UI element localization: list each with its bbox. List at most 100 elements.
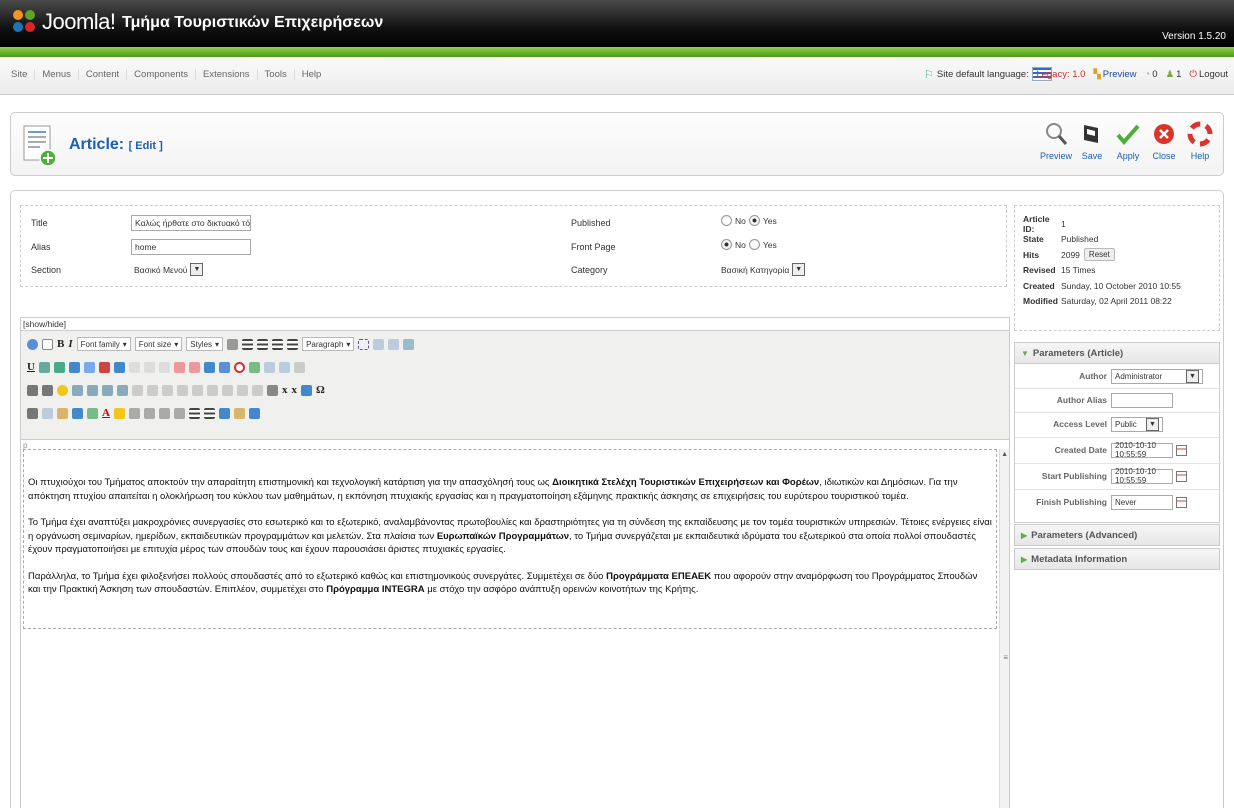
copy-text-icon[interactable]	[42, 407, 53, 419]
italic-button[interactable]: I	[68, 338, 72, 350]
frontpage-yes-radio[interactable]	[748, 239, 760, 250]
menu-menus[interactable]: Menus	[35, 69, 79, 80]
print-icon[interactable]	[87, 384, 98, 396]
align-justify-icon[interactable]	[287, 338, 299, 350]
paste-icon[interactable]	[388, 338, 400, 350]
help-icon[interactable]	[27, 338, 38, 350]
cell-props-icon[interactable]	[162, 384, 173, 396]
start-publishing-input[interactable]: 2010-10-10 10:55:59	[1111, 467, 1173, 485]
sub-icon[interactable]	[128, 361, 140, 373]
users-link[interactable]: ♟ 1	[1166, 69, 1182, 80]
style-icon[interactable]	[248, 407, 260, 419]
redo-icon[interactable]	[173, 407, 185, 419]
created-date-input[interactable]: 2010-10-10 10:55:59	[1111, 441, 1173, 459]
reset-hits-button[interactable]: Reset	[1083, 248, 1115, 262]
params-advanced-header[interactable]: ▶ Parameters (Advanced)	[1014, 524, 1220, 546]
numbered-list-icon[interactable]	[203, 407, 215, 419]
outdent-icon[interactable]	[143, 407, 155, 419]
copy-icon[interactable]	[373, 338, 385, 350]
published-yes-radio[interactable]	[748, 215, 760, 226]
menu-content[interactable]: Content	[79, 69, 128, 80]
template-icon[interactable]	[263, 361, 275, 373]
col-after-icon[interactable]	[237, 384, 248, 396]
undo-icon[interactable]	[158, 407, 170, 419]
frontpage-no-radio[interactable]	[721, 239, 732, 250]
save-button[interactable]: Save	[1077, 121, 1107, 161]
category-select[interactable]: Βασική Κατηγορία ▼	[721, 262, 806, 277]
anchor-icon[interactable]	[403, 338, 415, 350]
section-select[interactable]: Βασικό Μενού ▼	[134, 262, 204, 277]
spellcheck-icon[interactable]	[248, 361, 260, 373]
table-props-icon[interactable]	[132, 384, 143, 396]
col-before-icon[interactable]	[222, 384, 233, 396]
html-icon[interactable]	[113, 361, 125, 373]
indent-icon[interactable]	[128, 407, 140, 419]
show-hide-toggle[interactable]: [show/hide]	[21, 318, 1009, 330]
editor-body[interactable]: Οι πτυχιούχοι του Τμήματος αποκτούν την …	[23, 449, 997, 629]
font-color-button[interactable]: A	[102, 407, 110, 419]
subscript-button[interactable]: x	[282, 384, 288, 396]
delete-col-icon[interactable]	[252, 384, 263, 396]
media-icon[interactable]	[203, 361, 215, 373]
table-icon[interactable]	[358, 338, 370, 350]
ltr-icon[interactable]	[27, 384, 38, 396]
calendar-icon[interactable]	[1176, 444, 1187, 456]
font-size-select[interactable]: Font size ▾	[134, 337, 183, 351]
nonbreaking-icon[interactable]	[233, 361, 245, 373]
paragraph-select[interactable]: Paragraph ▾	[302, 337, 355, 351]
unlink-icon[interactable]	[53, 361, 65, 373]
close-button[interactable]: Close	[1149, 121, 1179, 161]
editor-content-area[interactable]: p Οι πτυχιούχοι του Τμήματος αποκτούν τη…	[21, 441, 1009, 808]
calendar-icon[interactable]	[1176, 496, 1187, 508]
apply-button[interactable]: Apply	[1113, 121, 1143, 161]
preview-button[interactable]: Preview	[1040, 121, 1072, 161]
edit-icon[interactable]	[233, 407, 245, 419]
menu-extensions[interactable]: Extensions	[196, 69, 258, 80]
highlight-icon[interactable]	[113, 407, 125, 419]
new-document-icon[interactable]	[42, 338, 53, 350]
cut-icon[interactable]	[27, 407, 38, 419]
cleanup-icon[interactable]	[98, 361, 110, 373]
bullet-list-icon[interactable]	[188, 407, 200, 419]
help-button[interactable]: Help	[1185, 121, 1215, 161]
paste-text-icon[interactable]	[57, 407, 68, 419]
styles-select[interactable]: Styles ▾	[186, 337, 224, 351]
backcolor-icon[interactable]	[188, 361, 200, 373]
editor-scrollbar[interactable]: ▲ ≡	[999, 449, 1009, 808]
fullscreen-icon[interactable]	[72, 384, 83, 396]
align-right-icon[interactable]	[272, 338, 284, 350]
layer-icon[interactable]	[278, 361, 290, 373]
sup-icon[interactable]	[143, 361, 155, 373]
anchor-link-icon[interactable]	[68, 361, 80, 373]
visual-aid-icon[interactable]	[293, 361, 305, 373]
finish-publishing-input[interactable]: Never	[1111, 494, 1173, 510]
find-icon[interactable]	[72, 407, 83, 419]
author-select[interactable]: Administrator ▼	[1111, 368, 1203, 384]
search-icon[interactable]	[102, 384, 113, 396]
params-article-header[interactable]: ▼ Parameters (Article)	[1014, 342, 1220, 364]
scroll-up-icon[interactable]: ▲	[1001, 451, 1008, 458]
image-icon[interactable]	[83, 361, 95, 373]
strikethrough-icon[interactable]	[227, 338, 239, 350]
logout-link[interactable]: ⏻ Logout	[1189, 69, 1228, 80]
scroll-grip-icon[interactable]: ≡	[1003, 653, 1008, 662]
hr-icon[interactable]	[267, 384, 278, 396]
access-level-select[interactable]: Public ▼	[1111, 416, 1163, 432]
superscript-button[interactable]: x	[292, 384, 298, 396]
font-family-select[interactable]: Font family ▾	[76, 337, 131, 351]
find-replace-icon[interactable]	[87, 407, 98, 419]
title-input[interactable]: Καλώς ήρθατε στο δικτυακό τόπο το	[131, 215, 251, 231]
rtl-icon[interactable]	[42, 384, 53, 396]
underline-button[interactable]: U	[27, 361, 35, 373]
charmap-icon[interactable]	[158, 361, 170, 373]
row-before-icon[interactable]	[177, 384, 188, 396]
align-left-icon[interactable]	[242, 338, 254, 350]
menu-help[interactable]: Help	[295, 69, 329, 80]
insert-table-icon[interactable]	[301, 384, 312, 396]
bold-button[interactable]: B	[57, 338, 64, 350]
forecolor-icon[interactable]	[173, 361, 185, 373]
align-center-icon[interactable]	[257, 338, 269, 350]
anchor-down-icon[interactable]	[218, 407, 230, 419]
metadata-header[interactable]: ▶ Metadata Information	[1014, 548, 1220, 570]
messages-link[interactable]: ◔ 0	[1145, 69, 1158, 80]
